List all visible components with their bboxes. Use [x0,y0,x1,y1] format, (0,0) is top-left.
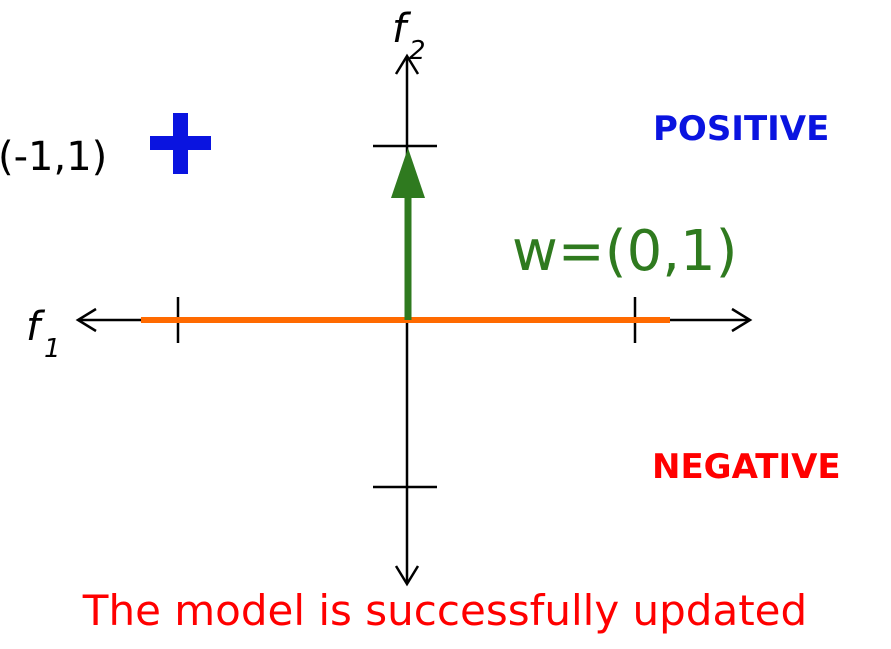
x-axis-label-subscript: 1 [44,334,61,364]
positive-point-plus-icon [150,113,211,174]
perceptron-diagram: f 1 f 2 (-1,1) w=(0,1) POSITIVE NEGATIVE… [0,6,841,635]
x-axis-label: f [26,304,46,350]
weight-vector-label: w=(0,1) [512,219,737,284]
y-axis-label-subscript: 2 [409,36,426,66]
weight-vector-arrowhead [391,148,425,198]
point-coordinate-label: (-1,1) [0,134,107,180]
positive-region-label: POSITIVE [653,109,829,149]
caption: The model is successfully updated [82,586,807,635]
negative-region-label: NEGATIVE [652,447,841,487]
